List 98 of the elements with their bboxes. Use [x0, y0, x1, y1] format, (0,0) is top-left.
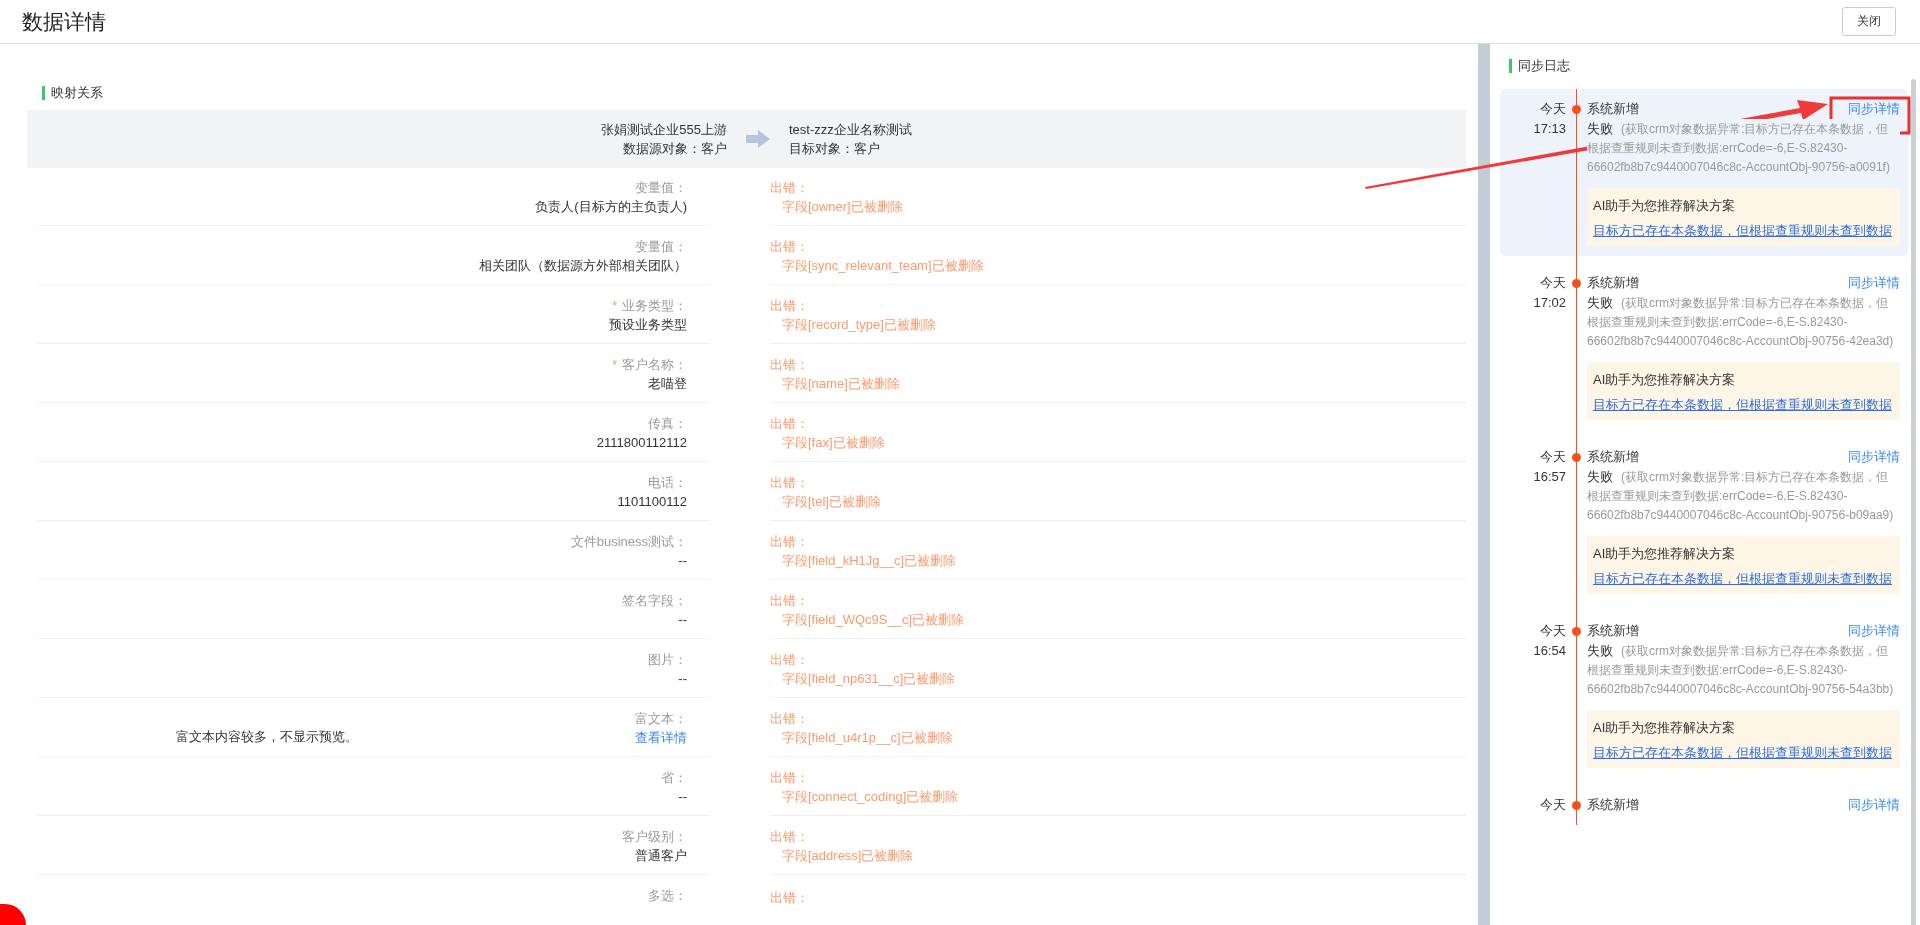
target-object: 目标对象：客户 [789, 140, 881, 158]
sync-details-link[interactable]: 同步详情 [1848, 273, 1900, 293]
section-title: 映射关系 [42, 84, 1466, 102]
log-entry[interactable]: 今天 16:54 系统新增 同步详情 失败 (获取crm对象数据异常:目标方已存在本条数据，但根据查重规则未查到数据:errCode=-6,E-S.82430-66602fb8b7c9440007046c8c-AccountObj-90756-54a3bb) AI助手为您推荐解决方案 目标方已存在本条数据，但根据查重规则未查到数据 [1500, 611, 1908, 778]
suggestion-title: AI助手为您推荐解决方案 [1593, 545, 1737, 563]
field-label: 变量值： [635, 238, 687, 254]
log-day: 今天 [1500, 795, 1566, 815]
suggestion-link[interactable]: 目标方已存在本条数据，但根据查重规则未查到数据 [1593, 569, 1894, 588]
error-title: 出错： [770, 650, 810, 669]
error-message: 失败 (获取crm对象数据异常:目标方已存在本条数据，但根据查重规则未查到数据:errCode=-6,E-S.82430-66602fb8b7c9440007046c8c-AccountObj-90756-a0091f) [1587, 119, 1900, 177]
sync-details-link[interactable]: 同步详情 [1848, 99, 1900, 119]
field-value: -- [678, 670, 687, 686]
field-value: 负责人(目标方的主负责人) [535, 198, 687, 214]
suggestion-title: AI助手为您推荐解决方案 [1593, 197, 1737, 215]
source-object: 数据源对象：客户 [622, 140, 727, 158]
log-day: 今天 [1500, 273, 1566, 293]
error-message: 失败 (获取crm对象数据异常:目标方已存在本条数据，但根据查重规则未查到数据:errCode=-6,E-S.82430-66602fb8b7c9440007046c8c-AccountObj-90756-42ea3d) [1587, 294, 1895, 350]
field-label: 图片： [648, 651, 687, 667]
error-title: 出错： [770, 532, 810, 551]
error-message: 字段[field_np631__c]已被删除 [781, 669, 957, 688]
log-day: 今天 [1500, 621, 1566, 641]
field-label: 客户级别： [622, 828, 687, 844]
field-value: 老喵登 [648, 375, 687, 391]
error-title: 出错： [770, 709, 810, 728]
suggestion-link[interactable]: 目标方已存在本条数据，但根据查重规则未查到数据 [1593, 395, 1894, 414]
field-value: 2111800112112 [596, 434, 687, 450]
log-time: 17:02 [1532, 294, 1566, 312]
field-value: 1101100112 [617, 493, 687, 509]
log-title: 系统新增 [1587, 448, 1639, 466]
error-title: 出错： [770, 473, 810, 492]
section-title: 同步日志 [1509, 57, 1908, 75]
field-value: 预设业务类型 [609, 316, 687, 332]
log-day: 今天 [1500, 99, 1566, 119]
suggestion-link[interactable]: 目标方已存在本条数据，但根据查重规则未查到数据 [1593, 743, 1894, 762]
required-mark: * [611, 356, 617, 372]
sync-details-link[interactable]: 同步详情 [1848, 621, 1900, 641]
field-value: -- [678, 788, 687, 804]
error-title: 出错： [770, 827, 810, 846]
log-time: 16:54 [1532, 642, 1566, 660]
target-name: test-zzz企业名称测试 [789, 121, 913, 139]
log-entry[interactable]: 今天 16:57 系统新增 同步详情 失败 (获取crm对象数据异常:目标方已存在本条数据，但根据查重规则未查到数据:errCode=-6,E-S.82430-66602fb8b7c9440007046c8c-AccountObj-90756-b09aa9) AI助手为您推荐解决方案 目标方已存在本条数据，但根据查重规则未查到数据 [1500, 437, 1908, 604]
error-message: 字段[name]已被删除 [781, 374, 901, 393]
log-entry[interactable]: 今天 17:02 系统新增 同步详情 失败 (获取crm对象数据异常:目标方已存在本条数据，但根据查重规则未查到数据:errCode=-6,E-S.82430-66602fb8b7c9440007046c8c-AccountObj-90756-42ea3d) AI助手为您推荐解决方案 目标方已存在本条数据，但根据查重规则未查到数据 [1500, 263, 1908, 430]
sync-details-link[interactable]: 同步详情 [1848, 447, 1900, 467]
field-label: 签名字段： [622, 592, 687, 608]
error-title: 出错： [770, 355, 810, 374]
log-title: 系统新增 [1587, 274, 1639, 292]
error-message: 失败 (获取crm对象数据异常:目标方已存在本条数据，但根据查重规则未查到数据:errCode=-6,E-S.82430-66602fb8b7c9440007046c8c-AccountObj-90756-b09aa9) [1587, 468, 1895, 524]
error-title: 出错： [770, 768, 810, 787]
field-label: 变量值： [635, 179, 687, 195]
error-message: 字段[fax]已被删除 [781, 433, 886, 452]
suggestion-title: AI助手为您推荐解决方案 [1593, 371, 1737, 389]
field-label: 电话： [648, 474, 687, 490]
view-details-link[interactable]: 查看详情 [635, 729, 687, 745]
error-message: 字段[field_WQc9S__c]已被删除 [781, 610, 966, 629]
preview-note: 富文本内容较多，不显示预览。 [175, 728, 359, 746]
suggestion-link[interactable]: 目标方已存在本条数据，但根据查重规则未查到数据 [1593, 221, 1894, 240]
field-value: -- [678, 552, 687, 568]
error-title: 出错： [770, 888, 810, 907]
error-message: 字段[owner]已被删除 [781, 197, 904, 216]
error-title: 出错： [770, 237, 810, 256]
log-title: 系统新增 [1587, 622, 1639, 640]
field-label: 多选： [648, 887, 687, 903]
source-name: 张娟测试企业555上游 [600, 121, 727, 139]
error-title: 出错： [770, 591, 810, 610]
close-button[interactable]: 关闭 [1842, 7, 1896, 36]
error-message: 字段[field_kH1Jg__c]已被删除 [781, 551, 958, 570]
arrow-right-icon [746, 130, 770, 148]
error-message: 失败 (获取crm对象数据异常:目标方已存在本条数据，但根据查重规则未查到数据:errCode=-6,E-S.82430-66602fb8b7c9440007046c8c-AccountObj-90756-54a3bb) [1587, 642, 1895, 698]
log-time: 17:13 [1532, 120, 1566, 138]
log-entry[interactable]: 今天 17:13 系统新增 同步详情 失败 (获取crm对象数据异常:目标方已存在本条数据，但根据查重规则未查到数据:errCode=-6,E-S.82430-66602fb8b7c9440007046c8c-AccountObj-90756-a0091f) AI助手为您推荐解决方案 目标方已存在本条数据，但根据查重规则未查到数据 [1500, 89, 1908, 256]
suggestion-title: AI助手为您推荐解决方案 [1593, 719, 1737, 737]
error-message: 字段[connect_coding]已被删除 [781, 787, 960, 806]
field-label: 富文本： [635, 710, 687, 726]
error-message: 字段[tel]已被删除 [781, 492, 882, 511]
error-title: 出错： [770, 296, 810, 315]
field-label: 传真： [648, 415, 687, 431]
field-label: 业务类型： [622, 297, 687, 313]
log-title: 系统新增 [1587, 100, 1639, 118]
error-title: 出错： [770, 178, 810, 197]
error-message: 字段[record_type]已被删除 [781, 315, 937, 334]
log-day: 今天 [1500, 447, 1566, 467]
field-value: 相关团队（数据源方外部相关团队） [479, 257, 687, 273]
field-value: -- [678, 611, 687, 627]
log-time: 16:57 [1532, 468, 1566, 486]
page-title: 数据详情 [22, 8, 106, 35]
field-label: 客户名称： [622, 356, 687, 372]
error-title: 出错： [770, 414, 810, 433]
error-message: 字段[sync_relevant_team]已被删除 [781, 256, 985, 275]
field-value: 普通客户 [635, 847, 687, 863]
field-label: 省： [661, 769, 687, 785]
required-mark: * [611, 297, 617, 313]
sync-details-link[interactable]: 同步详情 [1848, 795, 1900, 815]
log-title: 系统新增 [1587, 796, 1639, 814]
error-message: 字段[address]已被删除 [781, 846, 915, 865]
scrollbar[interactable] [1911, 79, 1916, 925]
error-message: 字段[field_u4r1p__c]已被删除 [781, 728, 954, 747]
field-label: 文件business测试： [570, 533, 687, 549]
